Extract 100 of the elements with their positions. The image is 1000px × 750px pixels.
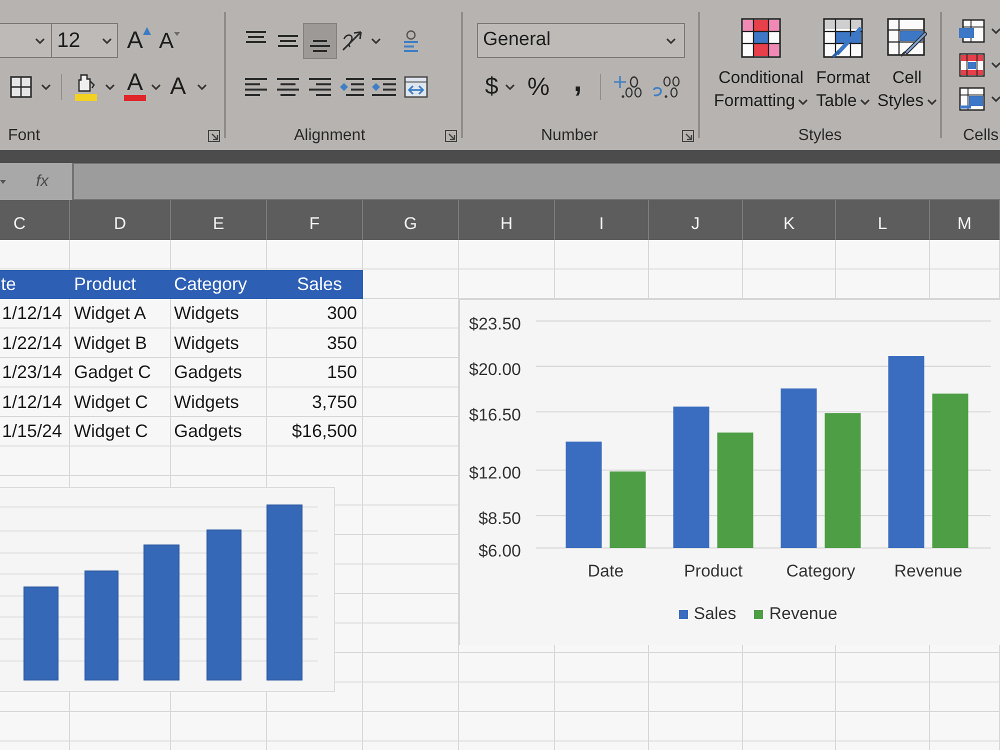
caret-icon[interactable] <box>991 28 1000 34</box>
currency-button[interactable]: $ <box>485 72 498 102</box>
function-button[interactable]: fx <box>36 172 48 192</box>
formula-input[interactable] <box>72 163 1000 200</box>
axis-label: $8.50 <box>478 509 521 528</box>
axis-label: Product <box>684 562 743 580</box>
table-cell-text: 1/15/24 <box>0 420 63 444</box>
group-label: Font <box>8 126 40 146</box>
grow-font-button[interactable]: A <box>127 26 152 56</box>
legend-label: Revenue <box>769 603 838 626</box>
dialog-launcher-icon[interactable] <box>445 130 457 142</box>
table-pen-icon <box>887 18 927 58</box>
caret-icon[interactable] <box>0 180 6 184</box>
format-table-button[interactable]: Format Table <box>814 18 872 112</box>
font-size-field[interactable]: 12 <box>52 23 118 58</box>
decrease-indent-icon <box>340 78 364 96</box>
table-cell-text: 300 <box>326 302 358 326</box>
striped-grid-icon[interactable] <box>959 53 985 77</box>
table-cell-text: Widget C <box>73 390 150 414</box>
table-cell-text: Widget A <box>73 302 148 326</box>
column-header[interactable]: J <box>649 200 743 240</box>
caret-icon[interactable] <box>102 38 112 44</box>
grid-block-icon[interactable] <box>959 19 985 43</box>
column-header[interactable]: K <box>743 200 836 240</box>
axis-label: Revenue <box>894 562 962 580</box>
caret-icon[interactable] <box>666 38 676 44</box>
table-cell-text: 350 <box>326 332 358 355</box>
column-header[interactable]: E <box>171 200 267 240</box>
column-header[interactable]: H <box>459 200 555 240</box>
column-header[interactable]: D <box>70 200 171 240</box>
align-right-icon <box>309 78 331 96</box>
table-cell-text: 150 <box>326 361 358 384</box>
table-cell-text: Widgets <box>173 302 240 326</box>
dialog-launcher-icon[interactable] <box>208 130 220 142</box>
caret-icon[interactable] <box>505 84 516 90</box>
dialog-launcher-icon[interactable] <box>682 130 694 142</box>
caret-icon[interactable] <box>105 84 115 90</box>
table-header-cell: Category <box>171 270 267 299</box>
caret-icon[interactable] <box>926 98 937 105</box>
table-cell-text: 1/22/14 <box>0 332 63 355</box>
increase-decimal-icon[interactable] <box>614 76 642 98</box>
caret-icon[interactable] <box>151 84 161 90</box>
triangle-up-icon <box>143 26 152 34</box>
align-center-icon <box>277 78 299 96</box>
group-label: Alignment <box>294 126 366 146</box>
column-header[interactable]: M <box>930 200 1000 240</box>
table-cell-text: Gadgets <box>173 361 244 384</box>
diagonal-arrow-icon <box>341 30 363 52</box>
circle-lines-icon <box>403 30 419 52</box>
table-header-cell: Product <box>70 270 171 299</box>
decrease-decimal-icon[interactable] <box>652 76 680 98</box>
align-middle-icon <box>278 35 298 47</box>
caret-icon[interactable] <box>371 38 381 44</box>
column-header[interactable]: I <box>555 200 649 240</box>
shrink-font-button[interactable]: A <box>159 26 180 56</box>
axis-label: $16.50 <box>469 405 521 424</box>
table-cell-text: 1/23/14 <box>0 361 63 384</box>
colored-grid-icon <box>741 18 781 58</box>
table-cell-text: Widget B <box>73 332 148 355</box>
paint-bucket-icon[interactable] <box>75 73 97 101</box>
grid-block-icon[interactable] <box>959 87 985 111</box>
font-color-button[interactable]: A <box>124 72 146 102</box>
caret-icon[interactable] <box>197 84 208 90</box>
table-header-cell: Sales <box>267 270 363 299</box>
axis-label: $20.00 <box>469 360 521 379</box>
align-bottom-icon <box>310 40 330 52</box>
table-cell-text: Widgets <box>173 390 240 414</box>
legend-label: Sales <box>694 603 736 626</box>
increase-indent-icon <box>372 78 396 96</box>
font-name-field[interactable] <box>0 23 52 58</box>
align-bottom-button[interactable] <box>304 24 336 58</box>
table-cell-text: 1/12/14 <box>0 390 63 414</box>
conditional-formatting-button[interactable]: Conditional Formatting <box>712 18 810 112</box>
borders-icon[interactable] <box>10 76 32 98</box>
caret-icon[interactable] <box>41 84 51 90</box>
align-top-icon <box>246 31 266 43</box>
percent-button[interactable]: % <box>527 72 550 102</box>
column-header[interactable]: F <box>267 200 363 240</box>
caret-icon[interactable] <box>35 38 45 44</box>
column-header[interactable]: C <box>0 200 70 240</box>
axis-label: $6.00 <box>478 542 521 560</box>
table-brush-icon <box>823 18 863 58</box>
axis-label: $23.50 <box>469 314 521 334</box>
table-cell-text: Gadgets <box>173 420 244 444</box>
axis-label: Date <box>588 562 624 580</box>
axis-label: $12.00 <box>469 464 521 483</box>
triangle-down-icon <box>174 32 180 36</box>
column-header[interactable]: L <box>836 200 930 240</box>
column-header[interactable]: G <box>363 200 459 240</box>
number-format-dropdown[interactable]: General <box>477 23 685 58</box>
table-cell-text: $16,500 <box>290 420 358 444</box>
comma-style-button[interactable]: , <box>574 69 582 105</box>
caret-icon[interactable] <box>991 62 1000 68</box>
caret-icon[interactable] <box>991 96 1000 102</box>
text-effects-button[interactable]: A <box>170 73 186 101</box>
table-cell-text: 3,750 <box>310 390 358 414</box>
cell-styles-button[interactable]: Cell Styles <box>876 18 938 112</box>
table-cell-text: Gadget C <box>73 361 152 384</box>
caret-icon[interactable] <box>798 98 808 105</box>
caret-icon[interactable] <box>860 98 870 105</box>
